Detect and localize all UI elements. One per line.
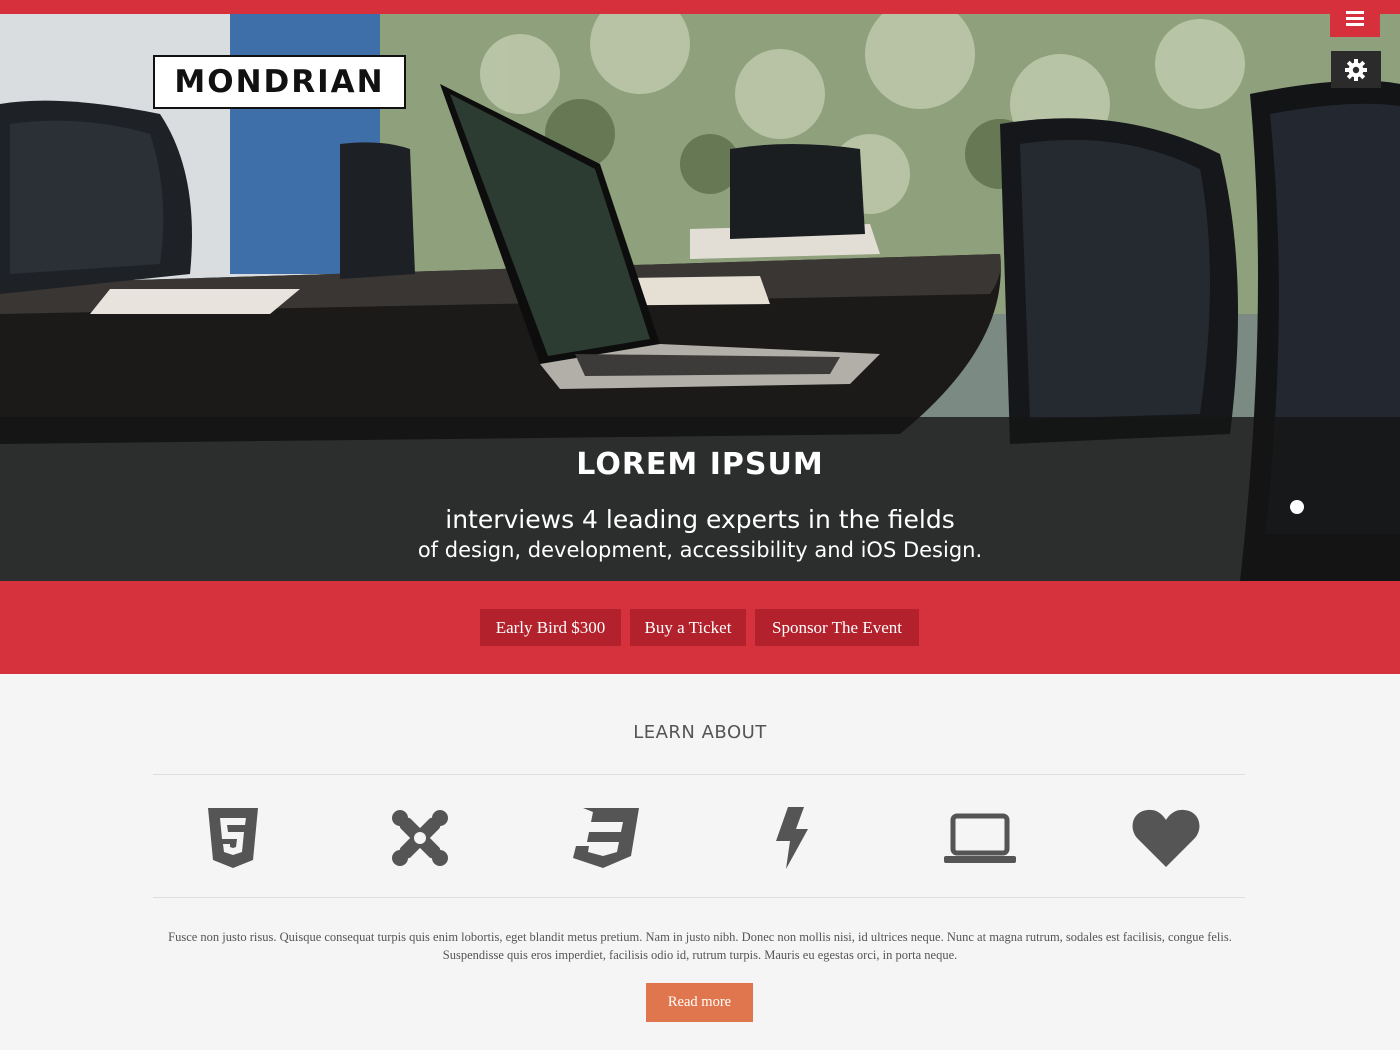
section-title: LEARN ABOUT	[633, 722, 767, 743]
buy-ticket-button[interactable]: Buy a Ticket	[630, 609, 746, 646]
slider-pagination-dot[interactable]	[1290, 500, 1304, 514]
read-more-button[interactable]: Read more	[646, 983, 753, 1022]
divider-top	[153, 774, 1245, 775]
early-bird-button[interactable]: Early Bird $300	[480, 609, 621, 646]
hero-slider: MONDRIAN LOREM IPSUM interviews 4 leadin…	[0, 14, 1400, 581]
divider-bottom	[153, 897, 1245, 898]
settings-button[interactable]	[1331, 51, 1381, 88]
hero-subtitle-line2: of design, development, accessibility an…	[417, 538, 983, 562]
learn-description: Fusce non justo risus. Quisque consequat…	[168, 930, 1232, 962]
hero-subtitle-line1: interviews 4 leading experts in the fiel…	[445, 505, 955, 534]
joomla-icon	[380, 806, 460, 870]
site-logo[interactable]: MONDRIAN	[153, 55, 406, 109]
heart-icon	[1126, 806, 1206, 870]
html5-icon	[193, 806, 273, 870]
cta-band: Early Bird $300 Buy a Ticket Sponsor The…	[0, 581, 1400, 674]
gear-icon	[1345, 58, 1367, 81]
top-accent-bar	[0, 0, 1400, 14]
hamburger-icon	[1346, 11, 1364, 26]
laptop-icon	[940, 806, 1020, 870]
hero-title: LOREM IPSUM	[576, 447, 824, 482]
hero-caption: LOREM IPSUM interviews 4 leading experts…	[0, 417, 1400, 581]
bolt-icon	[752, 806, 832, 870]
menu-button[interactable]	[1330, 0, 1380, 37]
sponsor-event-button[interactable]: Sponsor The Event	[755, 609, 919, 646]
css3-icon	[566, 806, 646, 870]
